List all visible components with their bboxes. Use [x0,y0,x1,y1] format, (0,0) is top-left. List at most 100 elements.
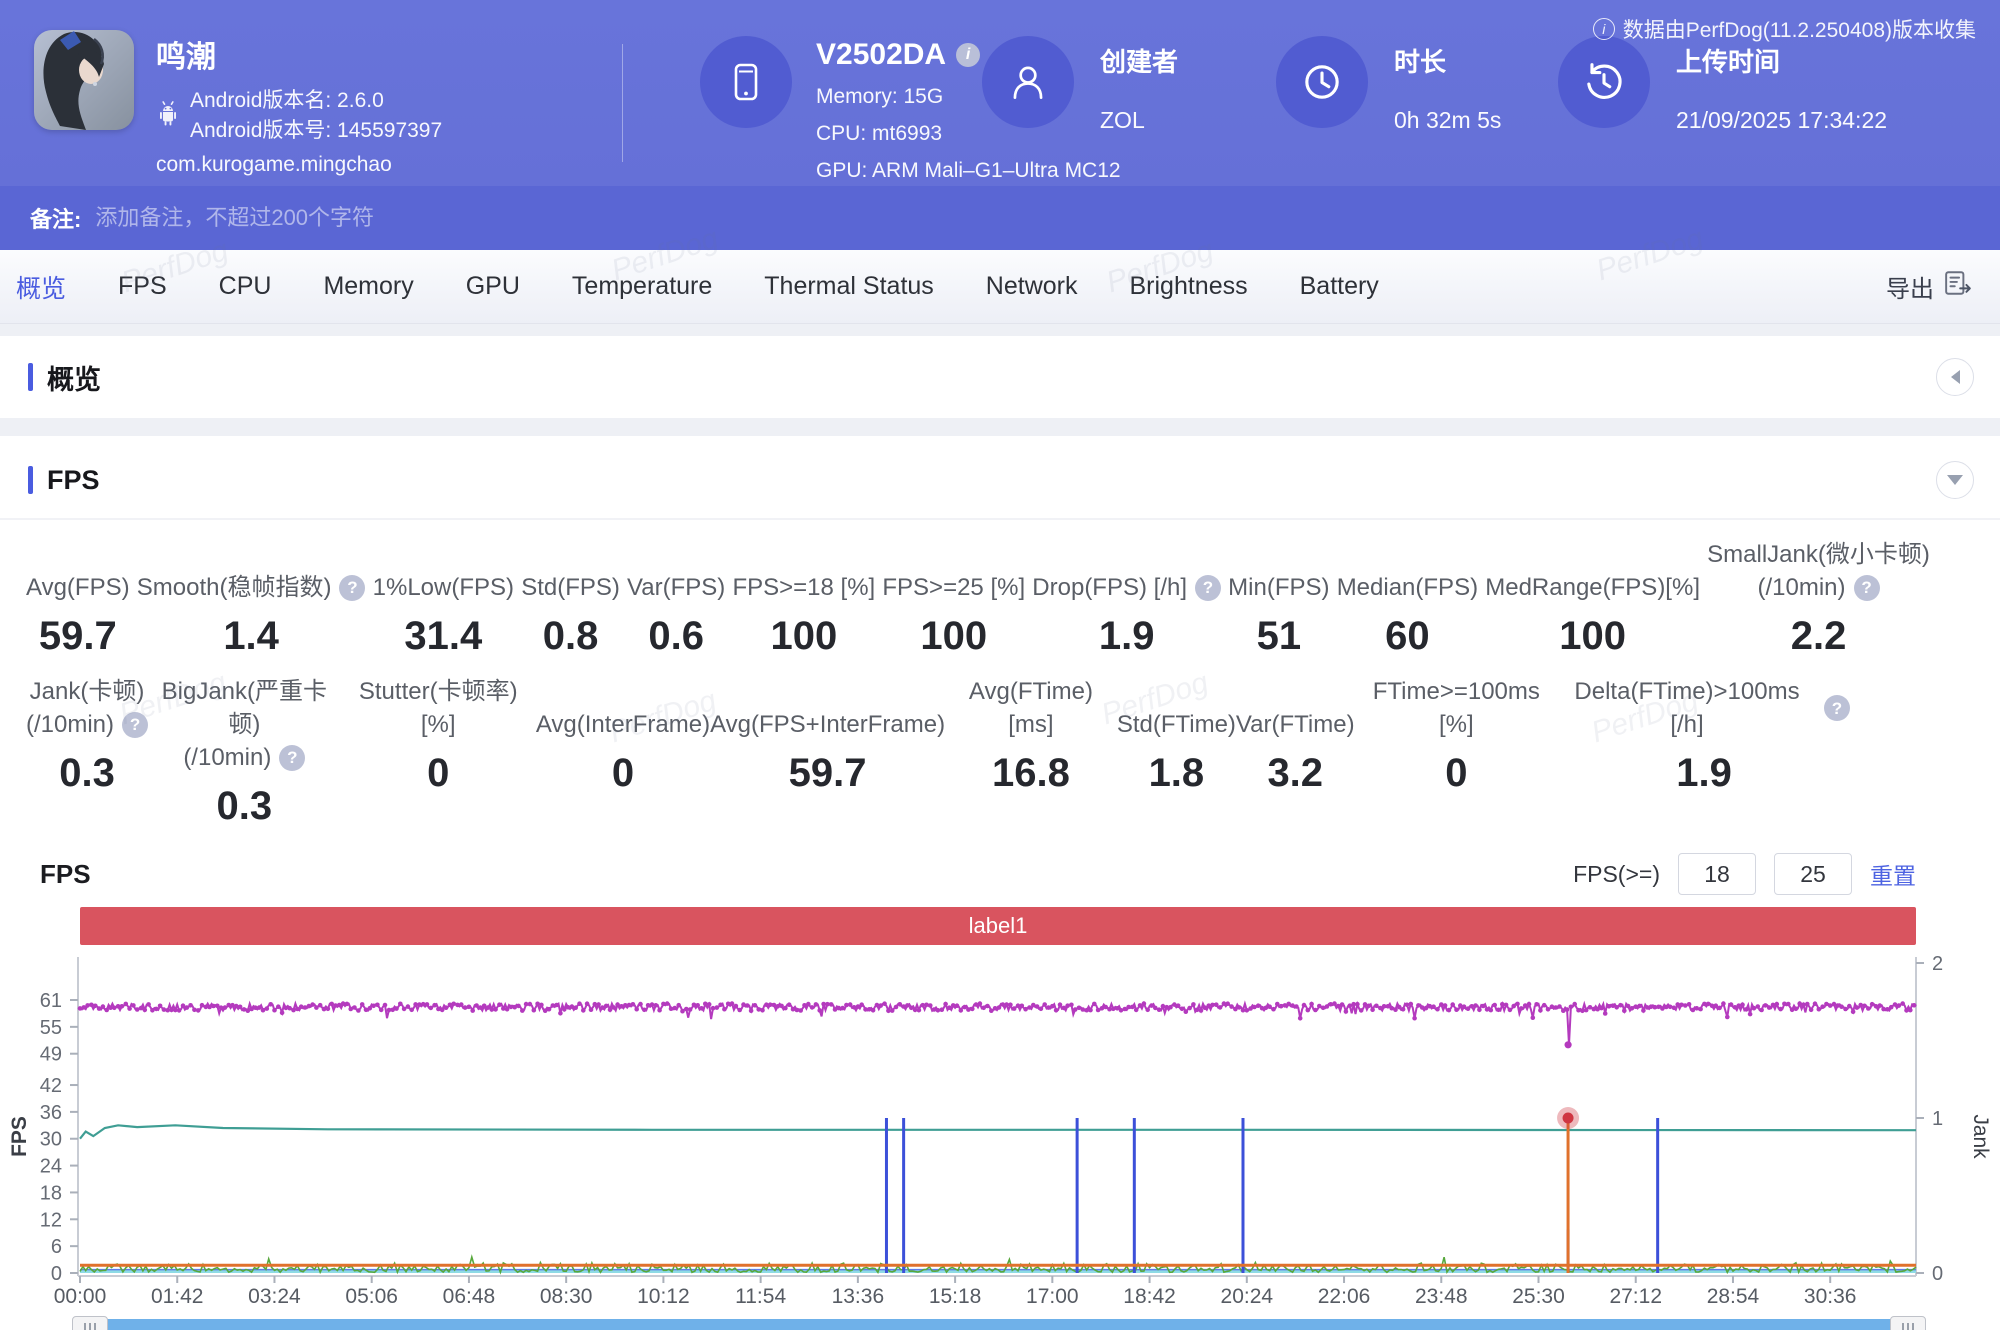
svg-text:06:48: 06:48 [443,1285,496,1308]
chart-title: FPS [40,858,91,889]
stat-item: Stutter(卡顿率) [%] 0 [341,675,536,829]
fps-collapse-button[interactable] [1936,461,1974,499]
svg-text:08:30: 08:30 [540,1285,593,1308]
stat-item: Median(FPS) 60 [1337,538,1478,659]
phone-icon [700,36,792,128]
svg-text:36: 36 [40,1102,62,1124]
series-BigJank [1557,1107,1580,1129]
device-gpu: GPU: ARM Mali–G1–Ultra MC12 [816,159,1121,182]
scrollbar-left-handle[interactable] [72,1316,108,1330]
stat-item: Delta(FTime)>100ms [/h] 1.9 [1558,675,1850,829]
clock-icon [1276,36,1368,128]
note-input[interactable] [95,205,1970,231]
tab-6[interactable]: Temperature [572,272,712,301]
svg-text:18: 18 [40,1182,62,1204]
stat-label: Min(FPS) [1228,574,1330,601]
stat-item: SmallJank(微小卡顿)(/10min) 2.2 [1707,538,1930,659]
tab-7[interactable]: Thermal Status [764,272,934,301]
tab-9[interactable]: Brightness [1129,272,1247,301]
duration-label: 时长 [1394,47,1447,77]
stat-value: 16.8 [992,751,1070,795]
threshold-input-high[interactable] [1774,853,1852,895]
help-icon[interactable] [339,574,366,601]
svg-text:0: 0 [1932,1263,1943,1285]
section-accent-bar [28,466,33,494]
export-icon [1944,270,1972,303]
divider [0,518,2000,520]
stat-value: 31.4 [404,614,483,658]
svg-text:2: 2 [1932,953,1943,975]
svg-text:28:54: 28:54 [1707,1285,1760,1308]
svg-text:0: 0 [51,1263,62,1285]
android-version-code: Android版本号: 145597397 [190,119,443,142]
app-name: 鸣潮 [156,41,216,74]
series-Jank [80,1118,1916,1273]
svg-text:13:36: 13:36 [832,1285,885,1308]
stat-label: Var(FPS) [627,574,726,601]
help-icon[interactable] [279,744,306,771]
stats-row-2: Jank(卡顿)(/10min)0.3BigJank(严重卡顿)(/10min)… [0,675,2000,829]
reset-link[interactable]: 重置 [1870,857,1916,891]
stat-value: 100 [1559,614,1626,658]
stat-label: Avg(InterFrame) [535,711,711,738]
svg-text:20:24: 20:24 [1221,1285,1274,1308]
help-icon[interactable] [1823,695,1850,721]
annotation-label: label1 [968,913,1028,938]
app-icon-art [34,30,134,130]
stat-value: 0.3 [59,751,115,795]
tab-5[interactable]: GPU [466,272,520,301]
device-info-icon[interactable] [956,43,981,67]
stat-item: Var(FTime) 3.2 [1236,675,1355,829]
header-divider [622,44,623,162]
stat-item: Std(FTime) 1.8 [1117,675,1236,829]
series-1%Low(FPS) [79,1124,1917,1140]
tab-3[interactable]: CPU [219,272,272,301]
svg-text:25:30: 25:30 [1512,1285,1565,1308]
export-button[interactable]: 导出 [1886,269,1972,304]
stat-value: 100 [920,614,988,658]
stat-value: 0 [611,751,635,795]
overview-section: 概览 [0,336,2000,418]
app-block: 鸣潮 Android版本名: 2.6.0 Android版本号: 1455973… [34,30,442,177]
tab-2[interactable]: FPS [118,272,167,301]
tab-1[interactable]: 概览 [16,269,66,305]
stat-value: 59.7 [788,751,867,795]
svg-text:42: 42 [40,1075,62,1097]
help-icon[interactable] [122,711,149,738]
threshold-input-low[interactable] [1678,853,1756,895]
svg-text:12: 12 [40,1209,62,1231]
svg-text:6: 6 [51,1236,62,1258]
svg-text:01:42: 01:42 [151,1285,204,1308]
stat-value: 59.7 [38,614,117,658]
stat-item: Smooth(稳帧指数) 1.4 [137,538,366,659]
svg-text:55: 55 [40,1017,62,1039]
stat-value: 60 [1385,614,1430,658]
duration-block: 时长 0h 32m 5s [1276,36,1501,134]
svg-text:00:00: 00:00 [54,1285,107,1308]
fps-chart[interactable]: 6155494236302418126021000:00 01:42 03:24 05… [0,945,2000,1311]
tab-bar: 概览 FPS CPU Memory GPU Temperature Thermal Stat… [0,250,2000,324]
history-clock-icon [1558,36,1650,128]
series-FPS [77,1000,1917,1049]
help-icon[interactable] [1853,574,1880,601]
stats-row-1: Avg(FPS) 59.7 Smooth(稳帧指数) 1.4 1%Low(FPS) 31.… [0,538,2000,659]
fps-section: FPS Avg(FPS) 59.7 Smooth(稳帧指数) 1.4 1%Low(FPS… [0,436,2000,1330]
stat-value: 51 [1256,614,1302,658]
stat-value: 1.9 [1676,751,1732,795]
help-icon[interactable] [1195,574,1221,601]
svg-text:23:48: 23:48 [1415,1285,1468,1308]
report-header: 鸣潮 Android版本名: 2.6.0 Android版本号: 1455973… [0,0,2000,186]
scrollbar-track[interactable] [78,1319,1920,1330]
stat-label: SmallJank(微小卡顿) (/10min) [1707,538,1930,604]
tab-4[interactable]: Memory [323,272,413,301]
user-icon [982,36,1074,128]
scrollbar-right-handle[interactable] [1890,1316,1926,1330]
stat-label: Avg(FPS+InterFrame) [710,711,946,738]
tab-8[interactable]: Network [986,272,1078,301]
svg-text:FPS: FPS [8,1116,31,1157]
stat-item: FPS>=18 [%] 100 [732,538,875,659]
stat-value: 0.3 [216,784,273,828]
device-model: V2502DA [816,38,947,71]
overview-collapse-button[interactable] [1936,358,1974,396]
tab-10[interactable]: Battery [1300,272,1379,301]
